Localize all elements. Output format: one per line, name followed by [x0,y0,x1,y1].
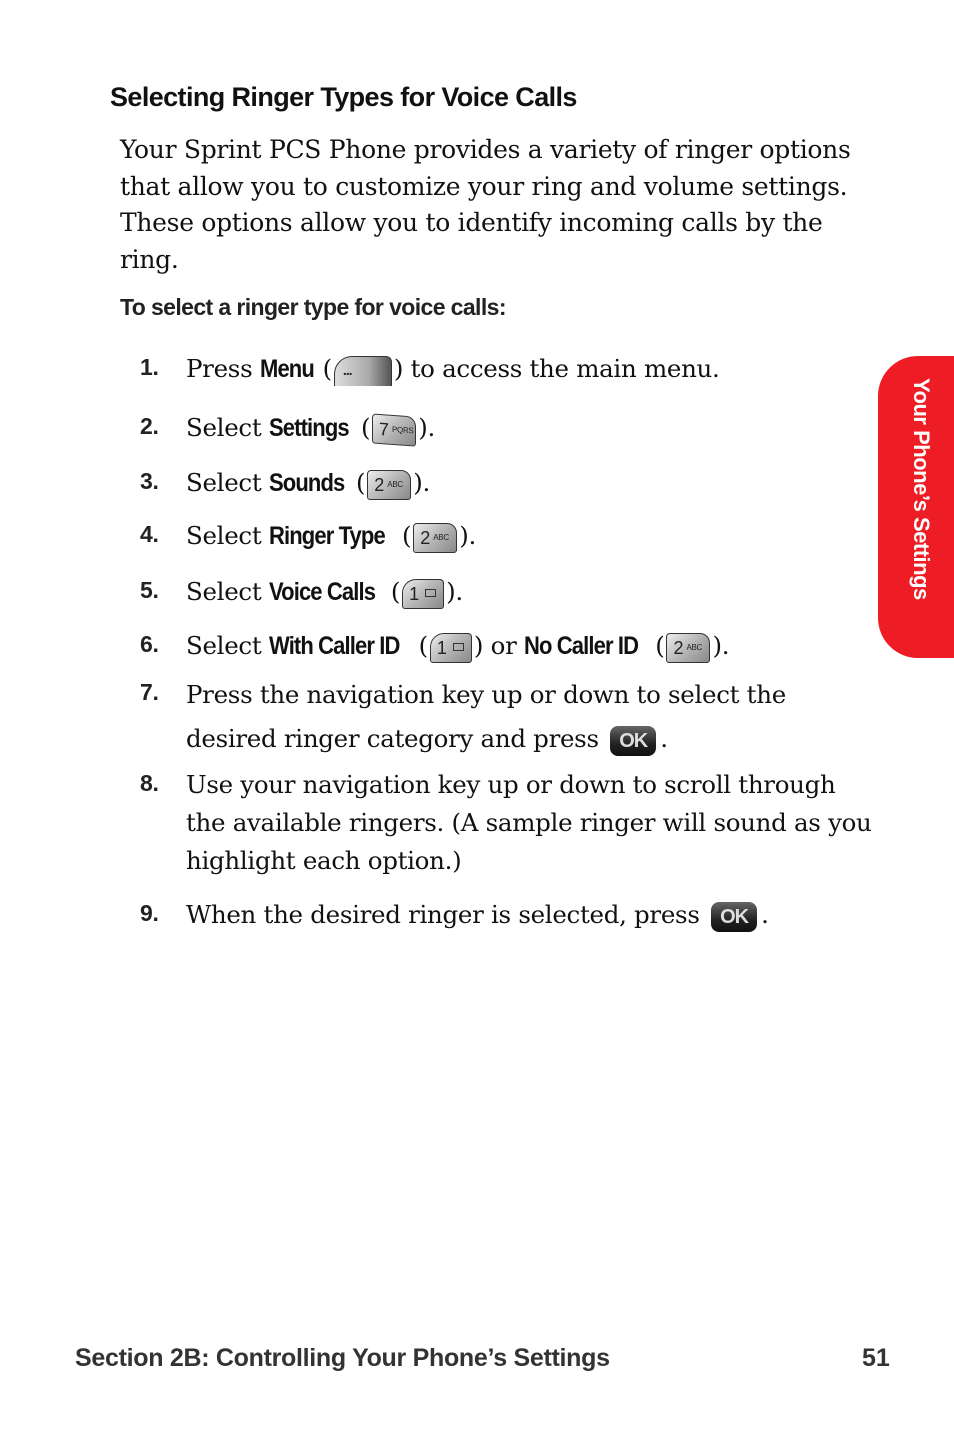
paren: ( [315,354,333,383]
key-letters: ABC [686,642,703,652]
step-number: 5. [140,577,159,603]
key-letters: PQRS [392,424,414,435]
keyword-voice-calls: Voice Calls [268,578,376,606]
step-number: 8. [140,770,159,796]
step-number: 4. [140,521,159,547]
paren: ( [394,521,412,550]
paren: ( [353,413,371,442]
step-number: 3. [140,468,159,494]
key-digit: 7 [379,418,389,440]
step-text-post: ). [712,631,730,660]
keyword-with-caller-id: With Caller ID [268,632,400,660]
footer-section-title: Section 2B: Controlling Your Phone’s Set… [75,1344,610,1372]
envelope-icon [425,588,437,597]
step-text-mid: ) or [473,631,525,660]
step-text-pre: Select [186,468,269,497]
key-letters: ABC [433,532,449,542]
step-text-pre: Select [186,413,269,442]
step-text-pre: Press [186,354,260,383]
key-2-icon: 2 ABC [413,522,458,553]
step-text-body: When the desired ringer is selected, pre… [186,900,700,929]
step-text: Use your navigation key up or down to sc… [186,770,872,875]
side-tab: Your Phone’s Settings [878,356,954,658]
key-digit: 1 [409,583,419,604]
key-digit: 2 [374,474,385,495]
step-text: Select Sounds (2 ABC). [186,464,876,502]
envelope-icon [452,642,464,651]
key-1-icon: 1 [429,632,472,663]
procedure-subheading: To select a ringer type for voice calls: [120,294,506,320]
step-text: Select Voice Calls (1). [186,573,876,611]
key-7-icon: 7 PQRS [372,412,417,447]
keyword-sounds: Sounds [268,469,345,497]
step-text: Select Settings (7 PQRS). [186,409,876,447]
step-text: Select With Caller ID (1 ) or No Caller I… [186,627,876,665]
key-1-icon: 1 [402,578,445,609]
paren: ( [411,631,429,660]
step-text-post: ) to access the main menu. [393,354,720,383]
step-text-post: ). [446,577,463,606]
key-digit: 2 [420,527,430,548]
ok-key-icon: OK [711,901,758,932]
step-text-post: . [761,900,769,929]
paren: ( [348,468,366,497]
step-number: 2. [140,413,159,439]
key-digit: ... [342,361,353,378]
step-text-pre: Select [186,631,269,660]
key-digit: 1 [436,637,447,658]
step-number: 7. [140,679,159,705]
step-text-post: ). [418,413,435,442]
step-text: Select Ringer Type (2 ABC). [186,517,876,555]
keyword-menu: Menu [259,355,315,383]
menu-key-icon: ... [333,355,392,386]
step-number: 6. [140,631,159,657]
step-text-post: . [660,724,668,753]
keyword-ringer-type: Ringer Type [268,522,386,550]
keyword-no-caller-id: No Caller ID [524,632,639,660]
key-2-icon: 2 ABC [367,469,412,500]
step-text: Press the navigation key up or down to s… [186,673,876,761]
section-heading: Selecting Ringer Types for Voice Calls [110,82,577,112]
step-text-pre: Select [186,577,269,606]
paren: ( [647,631,665,660]
keyword-settings: Settings [268,414,350,442]
side-tab-label: Your Phone’s Settings [909,378,934,600]
paren: ( [383,577,401,606]
step-text-post: ). [413,468,431,497]
step-text-pre: Select [186,521,269,550]
key-2-icon: 2 ABC [666,632,711,663]
step-number: 9. [140,900,159,926]
step-text-post: ). [459,521,476,550]
step-text-body: Press the navigation key up or down to s… [186,680,786,753]
ok-key-icon: OK [610,725,657,756]
step-text: When the desired ringer is selected, pre… [186,896,876,934]
intro-paragraph: Your Sprint PCS Phone provides a variety… [120,135,851,274]
key-letters: ABC [387,479,403,489]
key-digit: 2 [673,637,684,658]
page-number: 51 [862,1344,890,1372]
step-number: 1. [140,354,159,380]
step-text: Press Menu (... ) to access the main menu… [186,350,876,388]
